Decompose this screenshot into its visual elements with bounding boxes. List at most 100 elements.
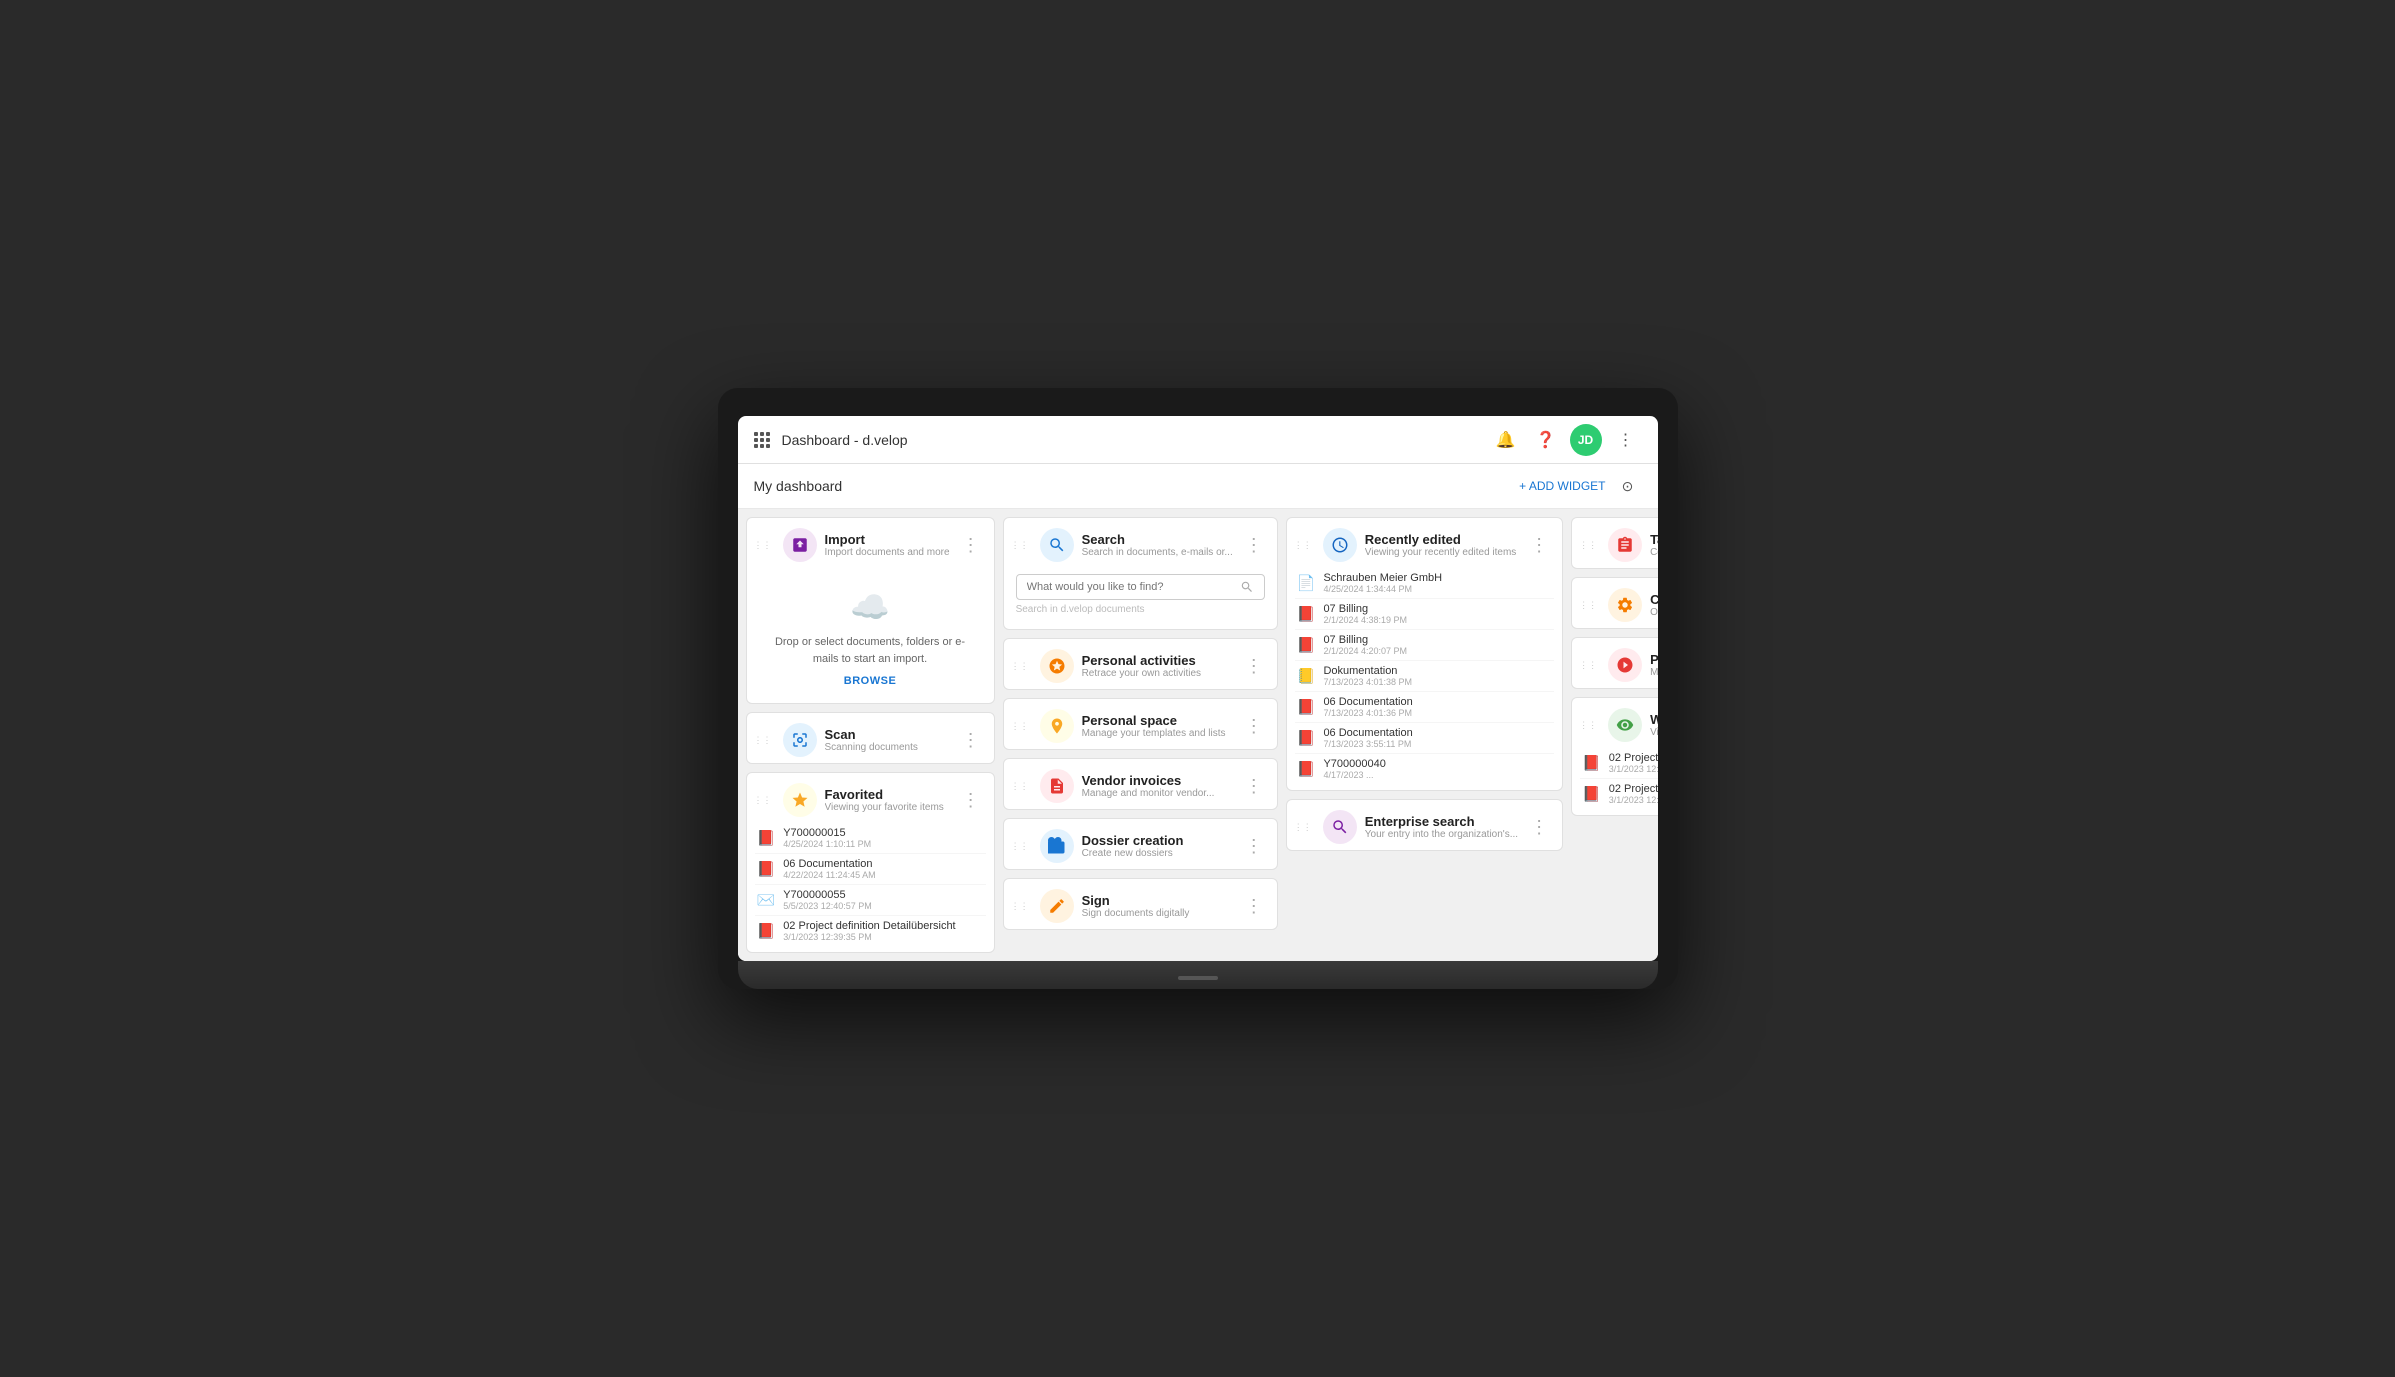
import-icon <box>783 528 817 562</box>
personal-space-widget: ⋮⋮ Personal space Manage your templates … <box>1003 698 1278 750</box>
item-name: 02 Project definition Detailübersicht <box>1609 752 1658 764</box>
recently-edited-drag-handle[interactable]: ⋮⋮ <box>1291 541 1315 550</box>
search-icon <box>1040 528 1074 562</box>
file-icon: 📄 <box>1297 574 1316 592</box>
personal-activities-title: Personal activities <box>1082 653 1233 668</box>
file-icon: 📕 <box>1297 636 1316 654</box>
list-item[interactable]: 📕 Y700000040 4/17/2023 ... <box>1295 754 1554 784</box>
list-item[interactable]: 📕 02 Project definition OnePager 3/1/202… <box>1580 779 1657 809</box>
vendor-invoices-menu-button[interactable]: ⋮ <box>1241 774 1267 799</box>
list-item[interactable]: 📕 Y700000015 4/25/2024 1:10:11 PM <box>755 823 986 854</box>
item-name: 02 Project definition OnePager <box>1609 783 1658 795</box>
sign-menu-button[interactable]: ⋮ <box>1241 894 1267 919</box>
favorited-icon <box>783 783 817 817</box>
import-content: ☁️ Drop or select documents, folders or … <box>747 568 994 703</box>
personal-space-texts: Personal space Manage your templates and… <box>1082 713 1233 739</box>
enterprise-search-menu-button[interactable]: ⋮ <box>1526 815 1552 840</box>
configuration-drag-handle[interactable]: ⋮⋮ <box>1576 601 1600 610</box>
import-desc: Import documents and more <box>825 547 950 558</box>
add-widget-button[interactable]: + ADD WIDGET <box>1519 479 1605 493</box>
search-hint: Search in d.velop documents <box>1016 604 1265 615</box>
import-drag-handle[interactable]: ⋮⋮ <box>751 541 775 550</box>
watching-items: 📕 02 Project definition Detailübersicht … <box>1572 748 1657 815</box>
help-button[interactable]: ❓ <box>1530 424 1562 456</box>
favorited-menu-button[interactable]: ⋮ <box>958 788 984 813</box>
item-date: 3/1/2023 12:39:35 PM <box>1609 764 1658 774</box>
list-item[interactable]: 📕 06 Documentation 4/22/2024 11:24:45 AM <box>755 854 986 885</box>
personal-activities-menu-button[interactable]: ⋮ <box>1241 654 1267 679</box>
watching-icon <box>1608 708 1642 742</box>
list-item[interactable]: 📕 07 Billing 2/1/2024 4:20:07 PM <box>1295 630 1554 661</box>
tasks-desc: Complete tasks <box>1650 547 1657 558</box>
list-item[interactable]: 📕 06 Documentation 7/13/2023 4:01:36 PM <box>1295 692 1554 723</box>
tasks-widget: ! ⋮⋮ Tasks Complete tasks ⋮ <box>1571 517 1657 569</box>
avatar-button[interactable]: JD <box>1570 424 1602 456</box>
list-item[interactable]: 📒 Dokumentation 7/13/2023 4:01:38 PM <box>1295 661 1554 692</box>
configuration-widget: ⋮⋮ Configuration Overview of all configu… <box>1571 577 1657 629</box>
tasks-icon <box>1608 528 1642 562</box>
column-2: ⋮⋮ Search Search in documents, e-mails o… <box>1003 517 1278 953</box>
recently-edited-menu-button[interactable]: ⋮ <box>1526 533 1552 558</box>
watching-drag-handle[interactable]: ⋮⋮ <box>1576 721 1600 730</box>
item-name: Y700000040 <box>1323 758 1552 770</box>
sign-drag-handle[interactable]: ⋮⋮ <box>1008 902 1032 911</box>
file-icon: 📕 <box>757 829 776 847</box>
process-studio-header: ⋮⋮ Process studio Manage your processes … <box>1572 638 1657 688</box>
import-menu-button[interactable]: ⋮ <box>958 533 984 558</box>
search-desc: Search in documents, e-mails or... <box>1082 547 1233 558</box>
personal-space-menu-button[interactable]: ⋮ <box>1241 714 1267 739</box>
search-input[interactable] <box>1027 581 1240 593</box>
header-left: Dashboard - d.velop <box>754 432 908 448</box>
file-icon: 📕 <box>757 860 776 878</box>
item-date: 7/13/2023 3:55:11 PM <box>1323 739 1552 749</box>
import-title: Import <box>825 532 950 547</box>
search-drag-handle[interactable]: ⋮⋮ <box>1008 541 1032 550</box>
list-item[interactable]: 📕 07 Billing 2/1/2024 4:38:19 PM <box>1295 599 1554 630</box>
recently-edited-texts: Recently edited Viewing your recently ed… <box>1365 532 1518 558</box>
scan-menu-button[interactable]: ⋮ <box>958 728 984 753</box>
personal-space-drag-handle[interactable]: ⋮⋮ <box>1008 722 1032 731</box>
app-title: Dashboard - d.velop <box>782 432 908 448</box>
list-item[interactable]: 📕 06 Documentation 7/13/2023 3:55:11 PM <box>1295 723 1554 754</box>
watching-header: ⋮⋮ Watching Viewing your watched items ⋮ <box>1572 698 1657 748</box>
column-4: ! ⋮⋮ Tasks Complete tasks ⋮ <box>1571 517 1657 953</box>
item-name: 07 Billing <box>1323 634 1552 646</box>
sign-texts: Sign Sign documents digitally <box>1082 893 1233 919</box>
edit-dashboard-button[interactable]: ⊙ <box>1614 472 1642 500</box>
item-name: Y700000055 <box>783 889 983 901</box>
file-icon: 📕 <box>1297 760 1316 778</box>
file-icon: 📕 <box>1297 729 1316 747</box>
upload-icon: ☁️ <box>763 588 978 626</box>
notifications-button[interactable]: 🔔 <box>1490 424 1522 456</box>
more-options-button[interactable]: ⋮ <box>1610 424 1642 456</box>
search-texts: Search Search in documents, e-mails or..… <box>1082 532 1233 558</box>
process-studio-drag-handle[interactable]: ⋮⋮ <box>1576 661 1600 670</box>
personal-activities-drag-handle[interactable]: ⋮⋮ <box>1008 662 1032 671</box>
item-date: 4/25/2024 1:10:11 PM <box>783 839 983 849</box>
list-item[interactable]: ✉️ Y700000055 5/5/2023 12:40:57 PM <box>755 885 986 916</box>
scan-drag-handle[interactable]: ⋮⋮ <box>751 736 775 745</box>
process-studio-desc: Manage your processes <box>1650 667 1657 678</box>
search-title: Search <box>1082 532 1233 547</box>
dossier-creation-drag-handle[interactable]: ⋮⋮ <box>1008 842 1032 851</box>
search-widget: ⋮⋮ Search Search in documents, e-mails o… <box>1003 517 1278 630</box>
apps-icon[interactable] <box>754 432 770 448</box>
dashboard-title: My dashboard <box>754 478 843 494</box>
process-studio-icon <box>1608 648 1642 682</box>
list-item[interactable]: 📕 02 Project definition Detailübersicht … <box>755 916 986 946</box>
process-studio-title: Process studio <box>1650 652 1657 667</box>
tasks-drag-handle[interactable]: ⋮⋮ <box>1576 541 1600 550</box>
list-item[interactable]: 📄 Schrauben Meier GmbH 4/25/2024 1:34:44… <box>1295 568 1554 599</box>
enterprise-search-drag-handle[interactable]: ⋮⋮ <box>1291 823 1315 832</box>
favorited-desc: Viewing your favorite items <box>825 802 950 813</box>
favorited-drag-handle[interactable]: ⋮⋮ <box>751 796 775 805</box>
dossier-creation-menu-button[interactable]: ⋮ <box>1241 834 1267 859</box>
list-item[interactable]: 📕 02 Project definition Detailübersicht … <box>1580 748 1657 779</box>
item-name: 06 Documentation <box>1323 727 1552 739</box>
file-icon: ✉️ <box>757 891 776 909</box>
vendor-invoices-drag-handle[interactable]: ⋮⋮ <box>1008 782 1032 791</box>
dossier-creation-title: Dossier creation <box>1082 833 1233 848</box>
browse-button[interactable]: BROWSE <box>763 675 978 687</box>
configuration-header: ⋮⋮ Configuration Overview of all configu… <box>1572 578 1657 628</box>
search-menu-button[interactable]: ⋮ <box>1241 533 1267 558</box>
